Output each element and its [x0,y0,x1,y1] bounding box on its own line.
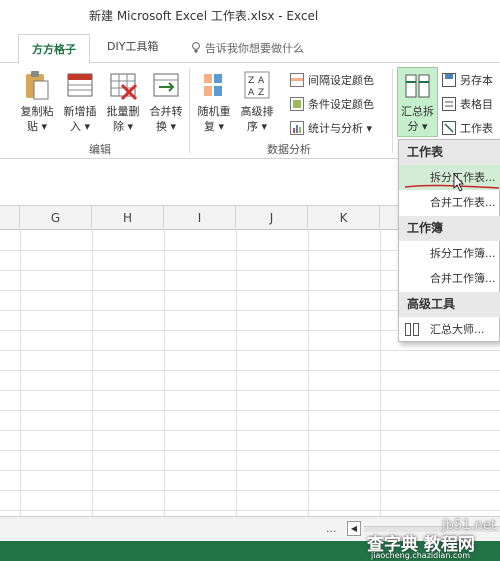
worksheet-icon [442,121,456,135]
grid-line [0,430,500,431]
insert-line2: 入 ▾ [69,120,91,133]
column-header-partial [0,206,20,230]
grid-line [0,470,500,471]
merge-convert-button[interactable]: 合并转 换 ▾ [145,69,187,134]
save-as-icon [442,73,456,87]
summary-master-label: 汇总大师... [430,323,485,336]
grid-line [164,230,165,516]
advanced-sort-button[interactable]: ZAAZ 高级排 序 ▾ [236,69,278,134]
delete-grid-icon [110,73,138,101]
column-header-j[interactable]: J [236,206,308,230]
grid-line [308,230,309,516]
conditional-color-button[interactable]: 条件设定颜色 [290,96,374,112]
advanced-sort-line1: 高级排 [240,105,274,118]
batch-delete-line2: 除 ▾ [112,120,134,133]
group-divider [189,69,190,153]
menu-item-split-workbook[interactable]: 拆分工作簿... [399,241,500,266]
ribbon-tab-bar: 方方格子 DIY工具箱 告诉我你想要做什么 [0,32,500,64]
group-divider [392,69,393,153]
window-title: 新建 Microsoft Excel 工作表.xlsx - Excel [89,9,319,23]
save-as-button[interactable]: 另存本 [442,72,493,88]
statistics-button[interactable]: 统计与分析 ▾ [290,120,372,136]
column-header-h[interactable]: H [92,206,164,230]
grid-line [0,490,500,491]
grid-line [0,410,500,411]
menu-item-summary-master[interactable]: 汇总大师... [399,317,500,342]
random-repeat-line2: 复 ▾ [203,120,225,133]
random-icon [204,74,222,96]
grid-line [0,450,500,451]
table-contents-icon [442,97,456,111]
summary-split-button[interactable]: 汇总拆 分 ▾ [397,67,438,137]
svg-text:A: A [248,88,255,98]
merge-convert-line2: 换 ▾ [155,120,177,133]
menu-item-merge-workbook[interactable]: 合并工作簿... [399,266,500,291]
horizontal-scrollbar[interactable] [364,526,500,532]
summary-split-menu: 工作表 拆分工作表... 合并工作表... 工作簿 拆分工作簿... 合并工作簿… [398,139,500,342]
summary-master-icon [405,323,419,336]
worksheet-tools-button[interactable]: 工作表 [442,120,493,136]
edit-group-label: 编辑 [89,143,111,156]
random-repeat-line1: 随机重 [197,105,231,118]
clipboard-icon [26,71,49,100]
grid-line [380,230,381,516]
column-header-g[interactable]: G [20,206,92,230]
worksheet-label: 工作表 [460,122,493,135]
grid-line [0,390,500,391]
tab-fangfang[interactable]: 方方格子 [18,34,90,64]
grid-line [0,510,500,511]
random-repeat-button[interactable]: 随机重 复 ▾ [193,69,235,134]
column-header-i[interactable]: I [164,206,236,230]
insert-rows-icon [67,73,93,97]
sheet-tab-bar: ... ◀ [0,516,500,541]
sort-az-icon: Z AA Z [244,71,270,99]
copy-paste-line2: 贴 ▾ [26,120,48,133]
copy-paste-line1: 复制粘 [20,105,54,118]
cursor-annotation-icon [404,172,500,192]
status-bar [0,541,500,561]
summary-split-icon [405,74,429,98]
grid-line [0,370,500,371]
column-header-k[interactable]: K [308,206,380,230]
statistics-icon [290,121,304,135]
summary-split-line2: 分 ▾ [407,120,428,133]
conditional-color-icon [290,97,304,111]
sheet-overflow-dots[interactable]: ... [326,522,337,535]
grid-line [20,230,21,516]
tell-me-box[interactable]: 告诉我你想要做什么 [191,40,304,56]
merge-convert-icon [153,73,179,97]
scroll-left-arrow-icon[interactable]: ◀ [347,521,361,536]
interval-color-icon [290,73,304,87]
interval-color-label: 间隔设定颜色 [308,74,374,87]
lightbulb-icon [192,42,200,53]
tell-me-text: 告诉我你想要做什么 [205,42,304,55]
statistics-label: 统计与分析 ▾ [308,122,373,135]
svg-text:Z: Z [248,76,254,86]
merge-convert-line1: 合并转 [149,105,183,118]
menu-section-advanced: 高级工具 [399,292,500,317]
save-as-label: 另存本 [460,74,493,87]
grid-line [92,230,93,516]
svg-text:Z: Z [258,88,264,98]
conditional-color-label: 条件设定颜色 [308,98,374,111]
table-contents-label: 表格目 [460,98,493,111]
summary-split-line1: 汇总拆 [401,105,434,118]
tab-diy[interactable]: DIY工具箱 [107,38,158,54]
advanced-sort-line2: 序 ▾ [246,120,268,133]
batch-delete-line1: 批量删 [106,105,140,118]
insert-line1: 新增插 [63,105,97,118]
batch-delete-button[interactable]: 批量删 除 ▾ [102,69,144,134]
title-bar: 新建 Microsoft Excel 工作表.xlsx - Excel [0,0,500,32]
interval-color-button[interactable]: 间隔设定颜色 [290,72,374,88]
svg-text:A: A [258,76,265,86]
menu-section-workbook: 工作簿 [399,216,500,241]
copy-paste-button[interactable]: 复制粘 贴 ▾ [16,69,58,134]
grid-line [0,350,500,351]
table-of-contents-button[interactable]: 表格目 [442,96,493,112]
data-group-label: 数据分析 [267,143,311,156]
grid-line [236,230,237,516]
insert-button[interactable]: 新增插 入 ▾ [59,69,101,134]
